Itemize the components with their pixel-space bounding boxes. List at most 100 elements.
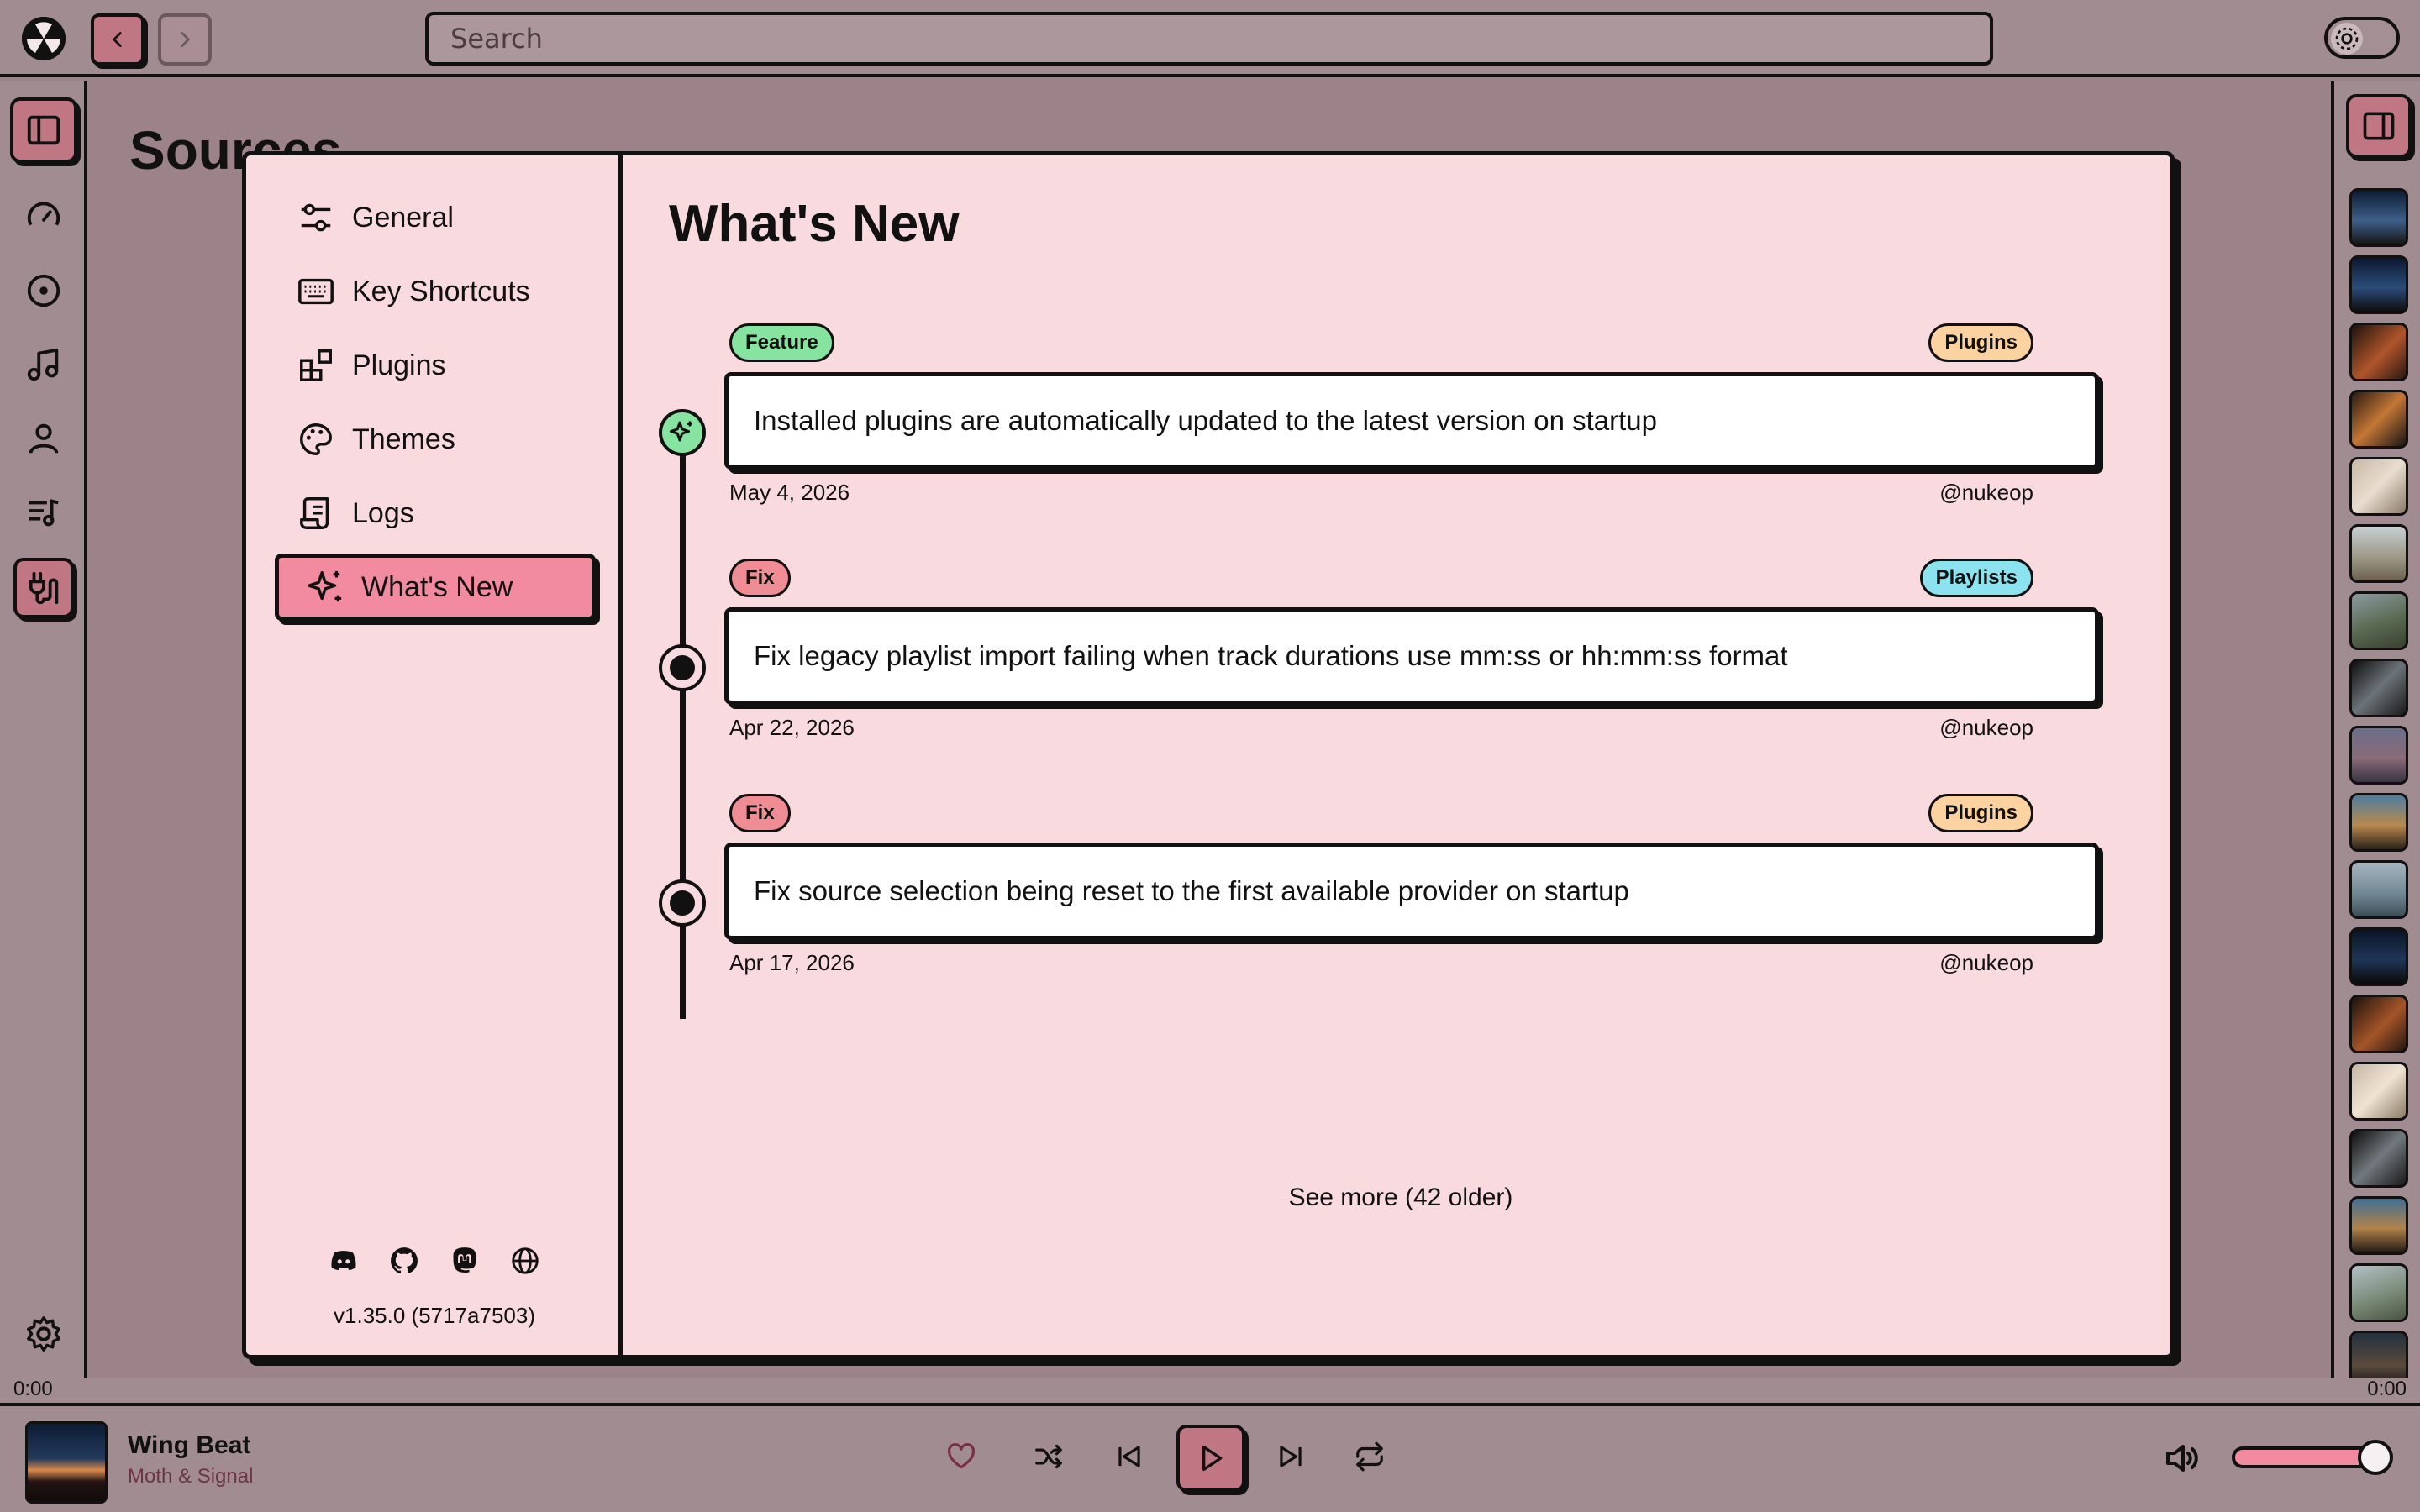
queue-thumbnail[interactable] [2349,995,2408,1053]
globe-icon [512,1247,539,1274]
entry-author[interactable]: @nukeop [1939,480,2033,506]
social-links [246,1244,623,1286]
previous-track-button[interactable] [1104,1431,1155,1482]
artists-nav-button[interactable] [18,413,69,464]
whats-new-panel: What's New Feature Plugins Installed plu… [627,155,2170,1355]
settings-menu-key-shortcuts[interactable]: Key Shortcuts [275,258,596,325]
play-icon [1202,1446,1223,1471]
entry-text: Fix source selection being reset to the … [754,875,1629,906]
settings-cog-icon [2331,23,2363,55]
player-bar: Wing Beat Moth & Signal [0,1406,2420,1512]
entry-area-tag: Plugins [1928,323,2033,362]
entry-type-tag: Fix [729,794,791,832]
queue-thumbnail[interactable] [2349,457,2408,516]
entry-date: May 4, 2026 [729,480,850,505]
queue-thumbnail[interactable] [2349,1129,2408,1188]
sparkles-icon [308,570,342,602]
mastodon-link[interactable] [448,1244,481,1278]
plugins-nav-button[interactable] [13,558,74,618]
plugins-icon [300,349,332,381]
queue-thumbnail[interactable] [2349,1331,2408,1378]
track-artist[interactable]: Moth & Signal [128,1465,253,1488]
mastodon-icon [453,1247,476,1273]
forward-button[interactable] [158,13,212,66]
volume-slider-handle[interactable] [2358,1440,2393,1475]
sliders-icon [301,203,331,232]
album-cover[interactable] [25,1421,108,1504]
elapsed-time: 0:00 [13,1378,53,1400]
queue-thumbnail[interactable] [2349,1062,2408,1121]
queue-thumbnail[interactable] [2349,793,2408,852]
queue-thumbnail[interactable] [2349,390,2408,449]
entry-text: Fix legacy playlist import failing when … [754,640,1788,671]
website-link[interactable] [508,1244,542,1278]
settings-nav-button[interactable] [18,1309,69,1359]
settings-menu-logs[interactable]: Logs [275,480,596,547]
queue-thumbnail[interactable] [2349,188,2408,247]
entry-author[interactable]: @nukeop [1939,715,2033,741]
entry-text: Installed plugins are automatically upda… [754,405,1657,436]
track-title[interactable]: Wing Beat [128,1431,250,1460]
queue-thumbnail[interactable] [2349,726,2408,785]
entry-date: Apr 17, 2026 [729,950,855,975]
chevron-right-icon [181,32,190,47]
play-button[interactable] [1176,1425,1245,1492]
queue-thumbnail[interactable] [2349,323,2408,381]
see-more-button[interactable]: See more (42 older) [627,1184,2170,1212]
entry-date: Apr 22, 2026 [729,715,855,740]
queue-thumbnail[interactable] [2349,659,2408,717]
repeat-button[interactable] [1344,1431,1395,1482]
queue-thumbnail[interactable] [2349,255,2408,314]
queue-thumbnail[interactable] [2349,591,2408,650]
seek-bar[interactable]: 0:00 0:00 [0,1378,2420,1406]
tracks-nav-button[interactable] [18,339,69,390]
queue-toggle-button[interactable] [2346,94,2412,158]
discord-link[interactable] [327,1244,360,1278]
github-link[interactable] [387,1244,421,1278]
favorite-button[interactable] [936,1431,986,1482]
settings-menu-themes[interactable]: Themes [275,406,596,473]
entry-type-tag: Feature [729,323,834,362]
volume-icon[interactable] [2161,1438,2202,1478]
back-button[interactable] [91,13,145,66]
queue-thumbnail[interactable] [2349,927,2408,986]
queue-thumbnail[interactable] [2349,524,2408,583]
keyboard-icon [298,278,334,305]
entry-area-tag: Plugins [1928,794,2033,832]
disc-icon [27,274,60,307]
settings-menu-label: Plugins [352,349,446,381]
settings-menu-general[interactable]: General [275,184,596,251]
dashboard-nav-button[interactable] [18,192,69,242]
entry-author[interactable]: @nukeop [1939,950,2033,976]
albums-nav-button[interactable] [18,265,69,316]
settings-menu-label: What's New [361,570,513,603]
app-logo-icon[interactable] [22,17,66,60]
theme-toggle[interactable] [2324,17,2400,59]
settings-sidebar: General Key Shortcuts Plugins Themes Log… [246,155,623,1355]
playlists-nav-button[interactable] [18,487,69,538]
next-track-button[interactable] [1265,1431,1316,1482]
gear-icon [27,1316,60,1352]
user-icon [29,423,59,454]
shuffle-button[interactable] [1023,1431,1074,1482]
discord-icon [331,1251,356,1271]
entry-card: Fix source selection being reset to the … [724,843,2099,940]
skip-forward-icon [1280,1446,1302,1467]
sparkles-icon [670,421,692,442]
changelog-entry: Fix Playlists Fix legacy playlist import… [627,559,2139,769]
timeline-marker [659,879,706,927]
settings-menu-plugins[interactable]: Plugins [275,332,596,399]
queue-thumbnail[interactable] [2349,860,2408,919]
search-input[interactable]: Search [425,12,1993,66]
entry-card: Fix legacy playlist import failing when … [724,607,2099,705]
app-version: v1.35.0 (5717a7503) [334,1303,535,1328]
settings-menu-whats-new[interactable]: What's New [275,554,596,621]
changelog-entry: Feature Plugins Installed plugins are au… [627,323,2139,533]
palette-icon [300,423,332,455]
sidebar-toggle-button[interactable] [10,97,77,163]
heart-icon [948,1443,975,1469]
queue-thumbnail[interactable] [2349,1196,2408,1255]
queue-thumbnail[interactable] [2349,1263,2408,1322]
top-bar: Search [0,0,2420,77]
settings-menu-label: Themes [352,423,455,455]
